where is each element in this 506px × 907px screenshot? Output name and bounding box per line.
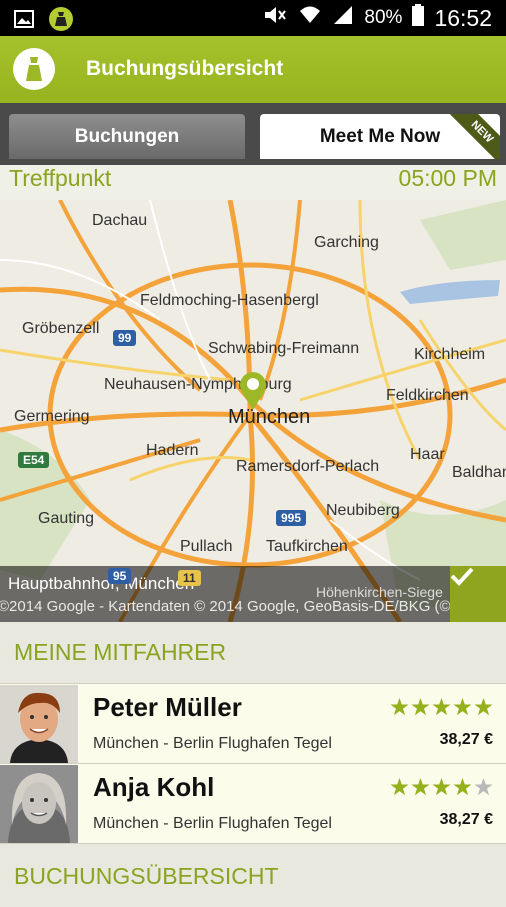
mute-icon [262, 5, 288, 31]
map-label: Gröbenzell [22, 320, 100, 337]
address-text: Hauptbahnhof, München [8, 574, 195, 593]
star-empty-icon [474, 778, 493, 801]
signal-icon [332, 5, 354, 31]
app-notification-icon [48, 6, 74, 37]
map-label: Schwabing-Freimann [208, 340, 360, 357]
star-icon [474, 698, 493, 721]
wifi-icon [298, 5, 322, 31]
rider-row[interactable]: Anja Kohl München - Berlin Flughafen Teg… [0, 764, 506, 844]
map-label: Feldkirchen [386, 387, 469, 404]
status-time: 16:52 [434, 4, 492, 31]
map-label: Hadern [146, 442, 199, 459]
map-label: Kirchheim [414, 346, 486, 363]
star-icon [453, 698, 472, 721]
road-shield: 11 [178, 570, 201, 586]
overview-section-header: BUCHUNGSÜBERSICHT [0, 845, 506, 907]
rating-stars [390, 778, 493, 801]
map-label: Taufkirchen [266, 538, 348, 555]
star-icon [390, 698, 409, 721]
star-icon [390, 778, 409, 801]
map-label: Gauting [38, 510, 95, 527]
map-label: Dachau [92, 212, 148, 229]
road-shield: 995 [276, 510, 307, 526]
meeting-point-label: Treffpunkt [9, 165, 112, 191]
rider-price: 38,27 € [439, 811, 493, 828]
rider-name: Anja Kohl [93, 772, 215, 802]
avatar [0, 765, 78, 843]
map-label: Feldmoching-Hasenbergl [140, 292, 319, 309]
map-label: Haar [410, 446, 445, 463]
map[interactable]: Dachau Garching Feldmoching-Hasenbergl G… [0, 200, 506, 622]
star-icon [411, 778, 430, 801]
map-label: Germering [14, 408, 90, 425]
image-icon [14, 10, 34, 33]
star-icon [432, 778, 451, 801]
status-bar: 80% 16:52 [0, 0, 506, 36]
map-label: Garching [314, 234, 379, 251]
riders-section-header: MEINE MITFAHRER [0, 622, 506, 684]
map-label: Höhenkirchen-Siege [316, 584, 443, 600]
tab-label: Meet Me Now [319, 125, 441, 147]
map-label: Pullach [180, 538, 233, 555]
road-shield: 99 [113, 330, 137, 346]
battery-percent: 80% [364, 7, 403, 28]
rider-route: München - Berlin Flughafen Tegel [93, 735, 332, 752]
battery-icon [412, 4, 425, 32]
confirm-location-button[interactable] [450, 566, 506, 622]
road-shield: 95 [108, 568, 132, 584]
map-label: Baldham [452, 464, 506, 481]
rating-stars [390, 698, 493, 721]
tab-meet-me-now[interactable]: Meet Me Now NEW [260, 114, 500, 159]
rider-row[interactable]: Peter Müller München - Berlin Flughafen … [0, 684, 506, 764]
rider-price: 38,27 € [439, 731, 493, 748]
meeting-time: 05:00 PM [398, 165, 497, 191]
rider-name: Peter Müller [93, 692, 242, 722]
tab-bookings[interactable]: Buchungen [9, 114, 245, 159]
rider-route: München - Berlin Flughafen Tegel [93, 815, 332, 832]
new-badge: NEW [446, 114, 500, 159]
app-logo-icon[interactable] [13, 48, 55, 90]
map-label: Ramersdorf-Perlach [236, 458, 380, 475]
tab-strip: Buchungen Meet Me Now NEW [0, 103, 506, 165]
page-title: Buchungsübersicht [86, 57, 284, 80]
star-icon [432, 698, 451, 721]
map-label: Neubiberg [326, 502, 400, 519]
star-icon [453, 778, 472, 801]
avatar [0, 685, 78, 763]
map-copyright: ©2014 Google - Kartendaten © 2014 Google… [0, 598, 451, 615]
meeting-point-bar: Treffpunkt 05:00 PM [0, 165, 506, 200]
star-icon [411, 698, 430, 721]
road-shield: E54 [18, 452, 50, 468]
app-bar: Buchungsübersicht [0, 36, 506, 103]
